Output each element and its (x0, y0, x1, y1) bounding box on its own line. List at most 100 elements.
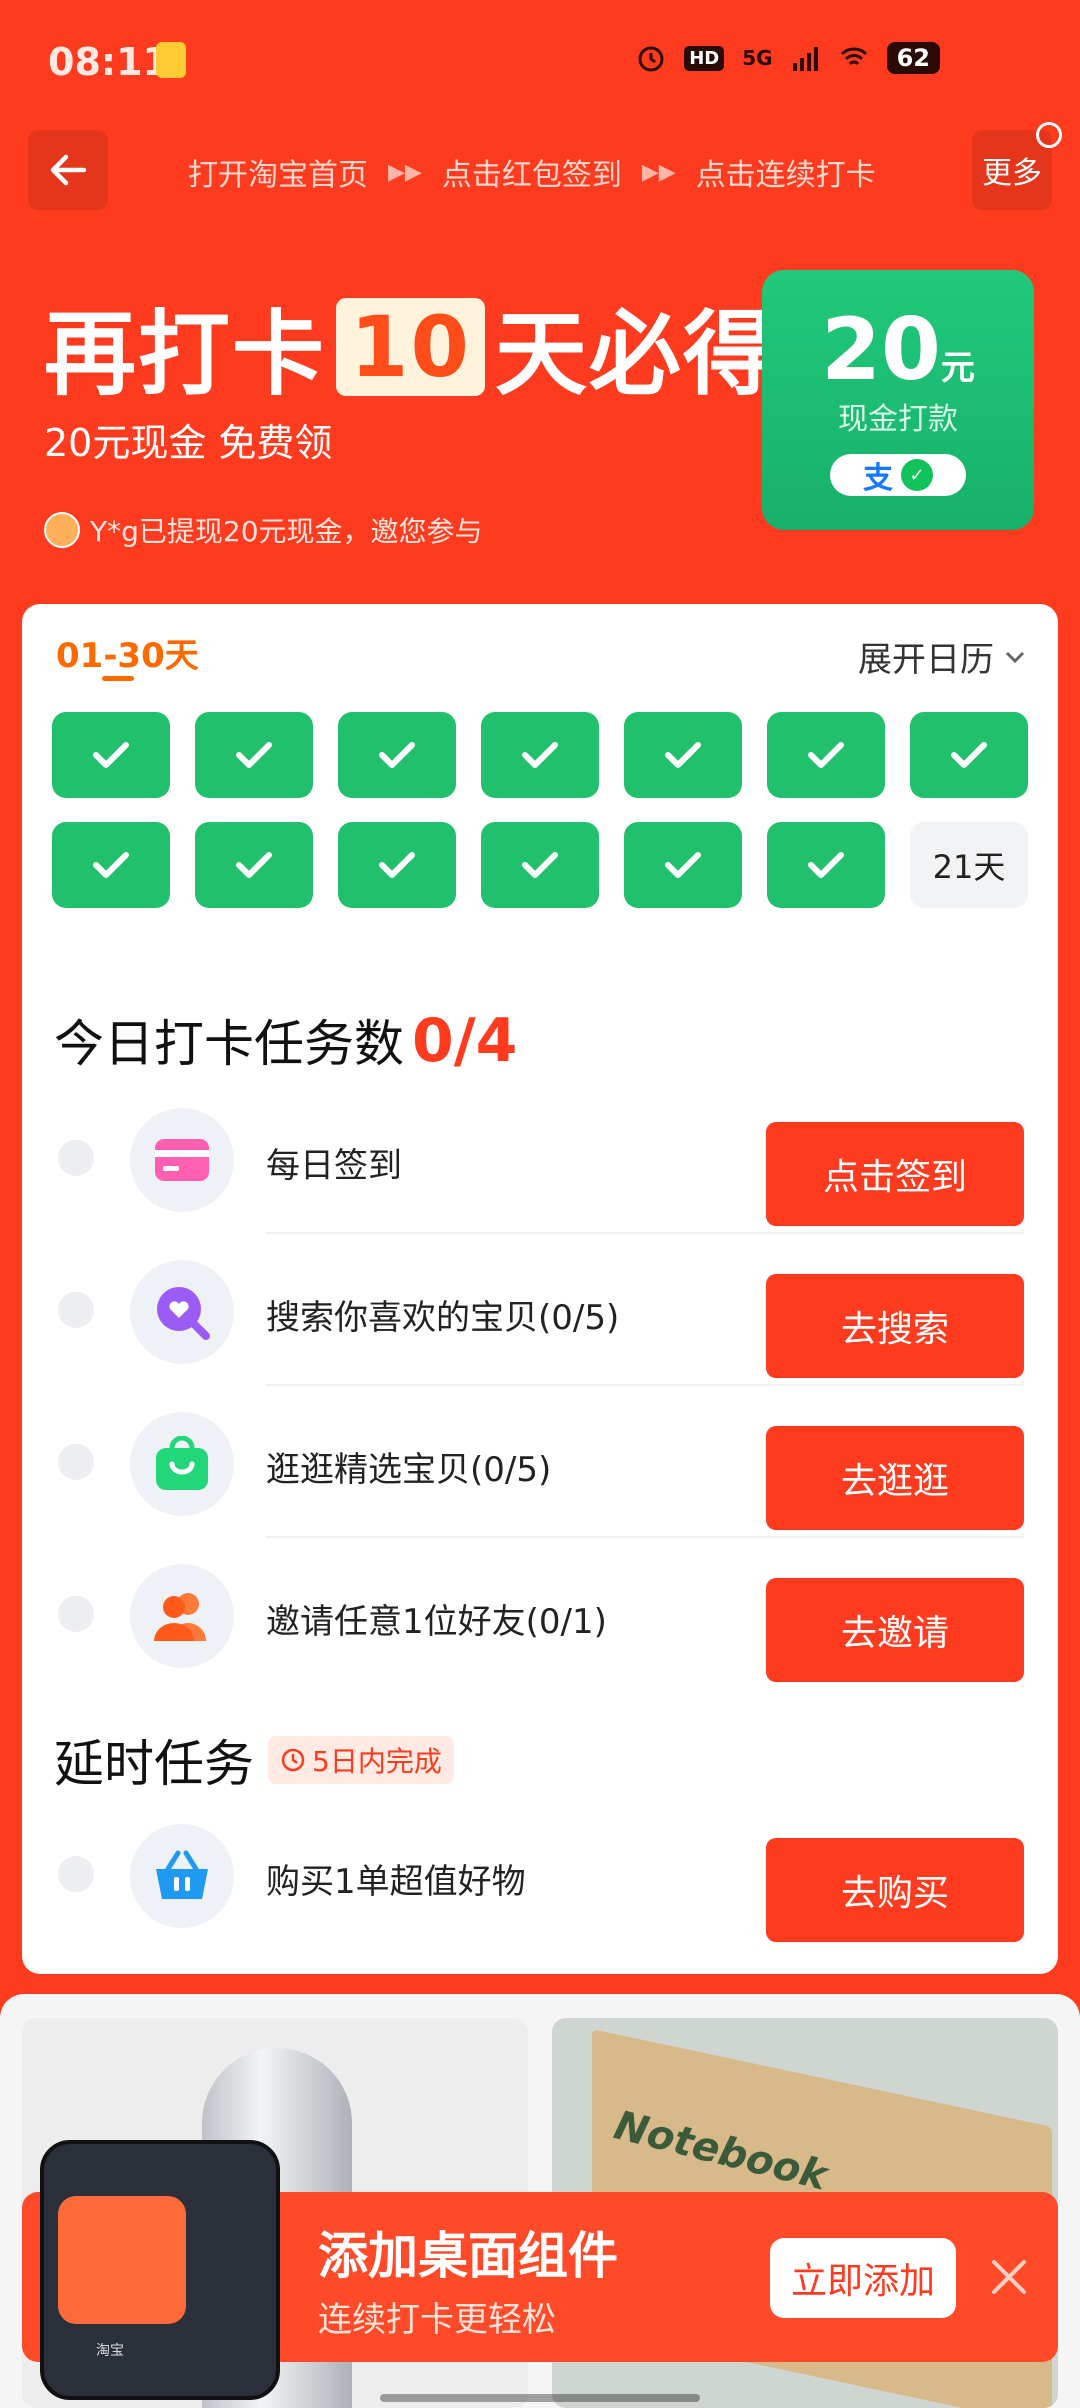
reward-amount: 20元 (762, 300, 1034, 400)
day-checked-cell (195, 822, 313, 908)
back-button[interactable] (28, 130, 108, 210)
days-left-badge: 10 (336, 297, 485, 396)
chevron-down-icon (1005, 651, 1025, 663)
task-row: 邀请任意1位好友(0/1) 去邀请 (22, 1538, 1058, 1690)
check-icon (379, 852, 415, 878)
expand-calendar-button[interactable]: 展开日历 (858, 632, 1028, 681)
day-checked-cell (624, 822, 742, 908)
day-checked-cell (767, 712, 885, 798)
check-icon (93, 742, 129, 768)
task-radio[interactable] (58, 1596, 94, 1632)
close-icon[interactable] (984, 2252, 1034, 2302)
task-radio[interactable] (58, 1444, 94, 1480)
check-icon (951, 742, 987, 768)
delay-title-text: 延时任务 (54, 1735, 254, 1793)
task-label: 逛逛精选宝贝(0/5) (266, 1450, 552, 1490)
top-nav: 打开淘宝首页 ▶▶ 点击红包签到 ▶▶ 点击连续打卡 更多 (0, 130, 1080, 210)
status-icons: HD 5G 62 (636, 42, 940, 74)
reward-unit: 元 (940, 348, 975, 388)
arrow-left-icon (50, 154, 87, 186)
double-arrow-icon: ▶▶ (641, 159, 676, 185)
day-checked-cell (624, 712, 742, 798)
day-checked-cell (195, 712, 313, 798)
today-tasks-title: 今日打卡任务数 0/4 (54, 1004, 517, 1076)
invite-button[interactable]: 去邀请 (766, 1578, 1024, 1682)
users-icon (130, 1564, 234, 1668)
day-checked-cell (481, 822, 599, 908)
alipay-icon: 支 (863, 461, 893, 496)
day-pending-cell: 21天 (910, 822, 1028, 908)
signal-icon (792, 47, 818, 71)
clock-icon (281, 1748, 305, 1772)
task-radio[interactable] (58, 1856, 94, 1892)
task-row: 逛逛精选宝贝(0/5) 去逛逛 (22, 1386, 1058, 1538)
status-time: 08:11 (48, 40, 169, 84)
day-checked-cell (52, 712, 170, 798)
guide-steps: 打开淘宝首页 ▶▶ 点击红包签到 ▶▶ 点击连续打卡 (188, 150, 876, 194)
payment-methods: 支 ✓ (830, 454, 966, 496)
battery-indicator: 62 (886, 42, 940, 74)
task-row: 搜索你喜欢的宝贝(0/5) 去搜索 (22, 1234, 1058, 1386)
status-bar: 08:11 HD 5G 62 (0, 0, 1080, 130)
wechat-pay-icon: ✓ (901, 459, 933, 491)
widget-app-label: 淘宝 (96, 2343, 124, 2359)
day-checked-cell (52, 822, 170, 908)
reward-label: 现金打款 (838, 402, 958, 437)
search-heart-icon (130, 1260, 234, 1364)
banner-title: 添加桌面组件 (318, 2227, 618, 2285)
hero-note-text: Y*g已提现20元现金，邀您参与 (90, 515, 483, 548)
task-label: 购买1单超值好物 (266, 1862, 526, 1902)
hd-icon: HD (684, 45, 725, 71)
day-checked-cell (481, 712, 599, 798)
reward-value: 20 (821, 300, 941, 400)
today-task-count: 0/4 (412, 1006, 518, 1076)
double-arrow-icon: ▶▶ (388, 159, 422, 185)
hero-note: Y*g已提现20元现金，邀您参与 (44, 510, 483, 550)
task-row: 每日签到 点击签到 (22, 1082, 1058, 1234)
search-button[interactable]: 去搜索 (766, 1274, 1024, 1378)
check-icon (665, 852, 701, 878)
check-icon (665, 742, 701, 768)
basket-icon (130, 1824, 234, 1928)
buy-button[interactable]: 去购买 (766, 1838, 1024, 1942)
step-2: 点击红包签到 (441, 158, 622, 193)
hero-subtitle: 20元现金 免费领 (44, 421, 333, 465)
check-icon (379, 742, 415, 768)
task-radio[interactable] (58, 1292, 94, 1328)
cash-reward-card[interactable]: 20元 现金打款 支 ✓ (762, 270, 1034, 530)
alarm-icon (638, 46, 664, 72)
add-widget-button[interactable]: 立即添加 (770, 2238, 956, 2318)
tab-underline (102, 676, 134, 681)
task-label: 邀请任意1位好友(0/1) (266, 1602, 607, 1642)
today-title-text: 今日打卡任务数 (54, 1015, 404, 1073)
tab-day-range[interactable]: 01-30天 (56, 628, 199, 677)
phone-illustration: 淘宝 (40, 2140, 280, 2400)
step-1: 打开淘宝首页 (188, 158, 368, 193)
check-icon (93, 852, 129, 878)
hero-title-prefix: 再打卡 (44, 301, 327, 408)
hero-title-suffix: 天必得 (494, 301, 777, 408)
deadline-text: 5日内完成 (312, 1745, 442, 1778)
expand-calendar-label: 展开日历 (858, 640, 994, 680)
delayed-tasks-title: 延时任务 5日内完成 (54, 1724, 454, 1796)
day-checked-cell (338, 712, 456, 798)
wifi-icon (840, 47, 867, 66)
day-checked-cell (767, 822, 885, 908)
avatar (44, 512, 80, 548)
step-3: 点击连续打卡 (695, 158, 876, 193)
task-row: 购买1单超值好物 去购买 (22, 1798, 1058, 1950)
task-radio[interactable] (58, 1140, 94, 1176)
browse-button[interactable]: 去逛逛 (766, 1426, 1024, 1530)
widget-preview (58, 2196, 186, 2324)
checkin-card: 01-30天 展开日历 21天 今日打卡任务数 0/4 每日签到 点击签到 搜索… (22, 604, 1058, 1974)
check-icon (522, 852, 558, 878)
banner-subtitle: 连续打卡更轻松 (318, 2300, 556, 2340)
notification-app-icon (156, 42, 186, 78)
day-checked-cell (338, 822, 456, 908)
network-label: 5G (742, 46, 773, 70)
checkin-button[interactable]: 点击签到 (766, 1122, 1024, 1226)
check-icon (808, 742, 844, 768)
home-indicator (380, 2394, 700, 2402)
check-icon (236, 852, 272, 878)
task-label: 搜索你喜欢的宝贝(0/5) (266, 1298, 620, 1338)
